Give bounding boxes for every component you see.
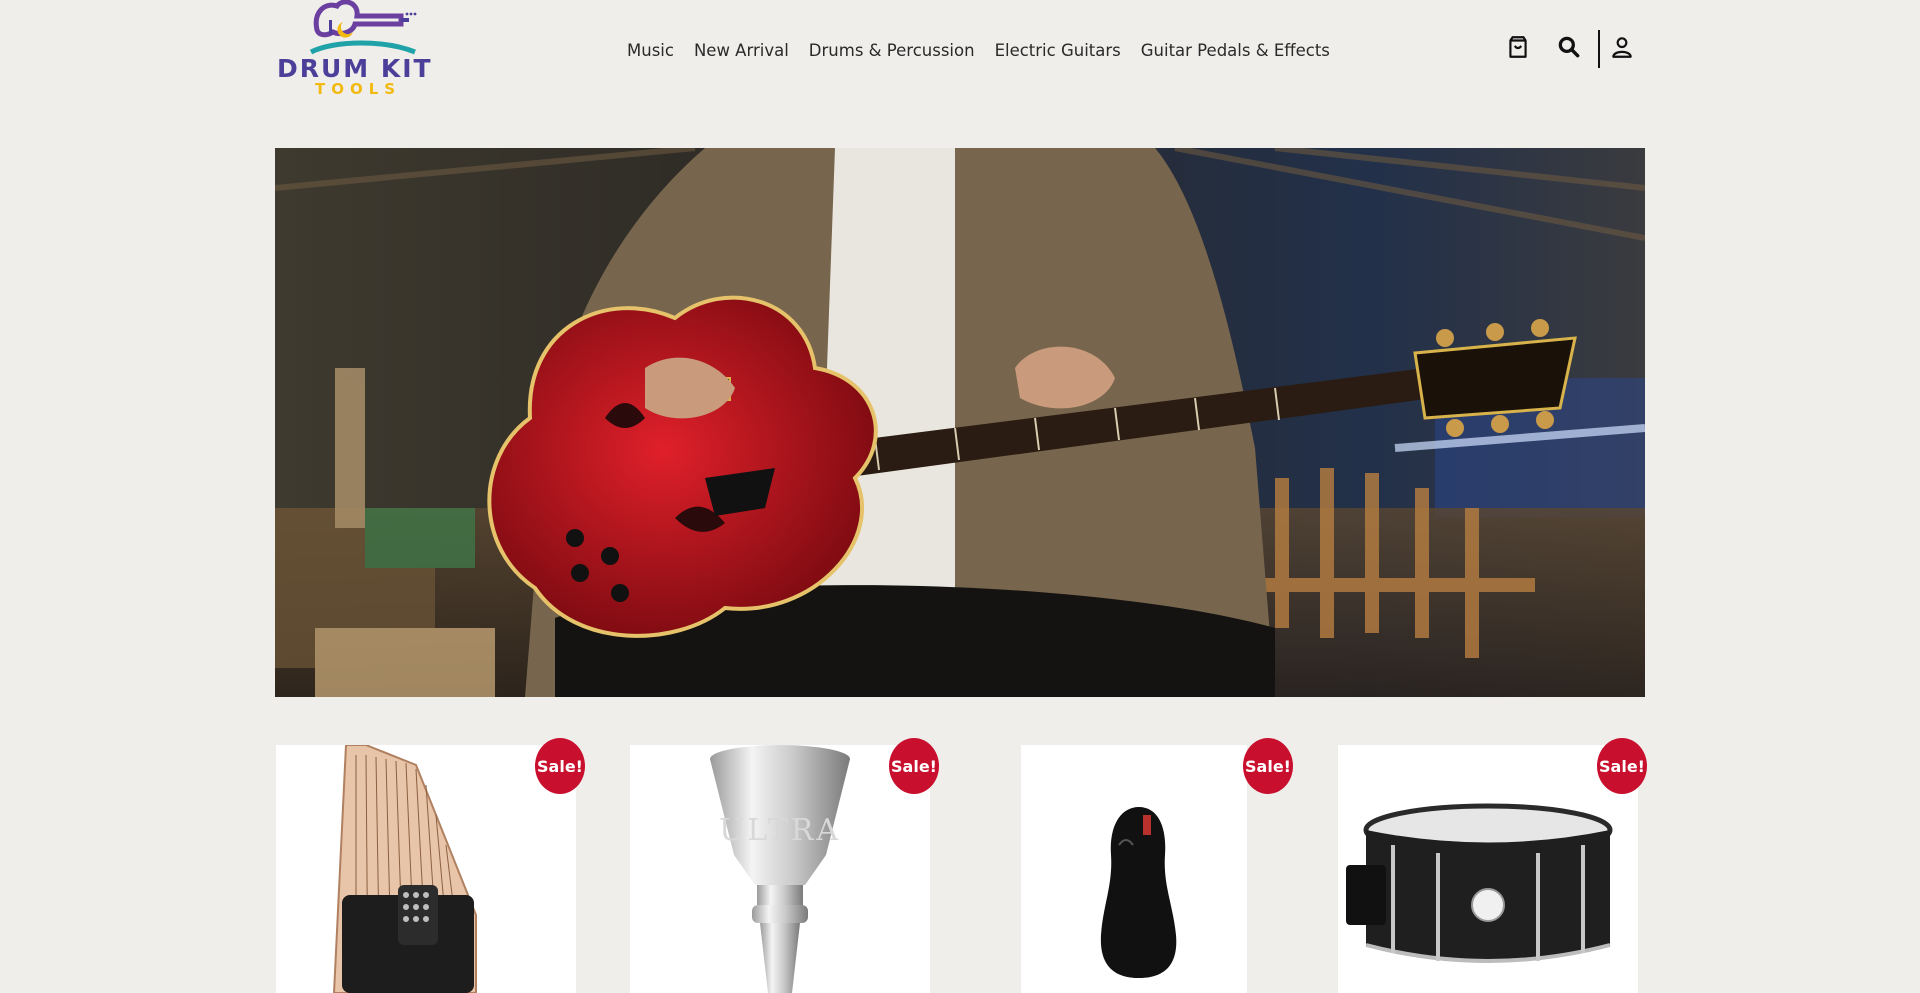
sale-badge: Sale! [535, 738, 585, 794]
mouthpiece-image: ULTRA [710, 745, 850, 993]
hero-banner[interactable] [275, 148, 1645, 697]
product-card-violin-case[interactable] [1021, 745, 1247, 993]
snare-drum-image [1346, 803, 1613, 963]
nav-item-music[interactable]: Music [627, 41, 674, 60]
logo-tagline: TOOLS [315, 80, 402, 98]
header-divider [1598, 30, 1600, 68]
product-card-mouthpiece[interactable]: ULTRA [630, 745, 930, 993]
logo-wordmark: DRUM KIT [277, 54, 433, 83]
header-icons [1505, 30, 1645, 70]
svg-text:ULTRA: ULTRA [719, 813, 841, 848]
nav-item-drums-percussion[interactable]: Drums & Percussion [809, 41, 975, 60]
logo-mark-icon [309, 0, 417, 55]
sale-badge: Sale! [1597, 738, 1647, 794]
hero-guitarist-image [275, 148, 1645, 697]
autoharp-image [332, 745, 477, 993]
search-icon[interactable] [1556, 34, 1582, 60]
sale-badge: Sale! [889, 738, 939, 794]
site-logo[interactable]: DRUM KIT TOOLS [275, 0, 445, 110]
product-card-autoharp[interactable] [276, 745, 576, 993]
nav-item-electric-guitars[interactable]: Electric Guitars [995, 41, 1121, 60]
nav-item-new-arrival[interactable]: New Arrival [694, 41, 789, 60]
account-icon[interactable] [1609, 34, 1635, 60]
cart-icon[interactable] [1505, 34, 1531, 60]
main-nav: Music New Arrival Drums & Percussion Ele… [627, 38, 1330, 62]
product-card-snare-drum[interactable] [1338, 745, 1638, 993]
nav-item-guitar-pedals-effects[interactable]: Guitar Pedals & Effects [1141, 41, 1330, 60]
violin-case-image [1100, 807, 1177, 978]
sale-badge: Sale! [1243, 738, 1293, 794]
site-header: DRUM KIT TOOLS Music New Arrival Drums &… [0, 0, 1920, 110]
